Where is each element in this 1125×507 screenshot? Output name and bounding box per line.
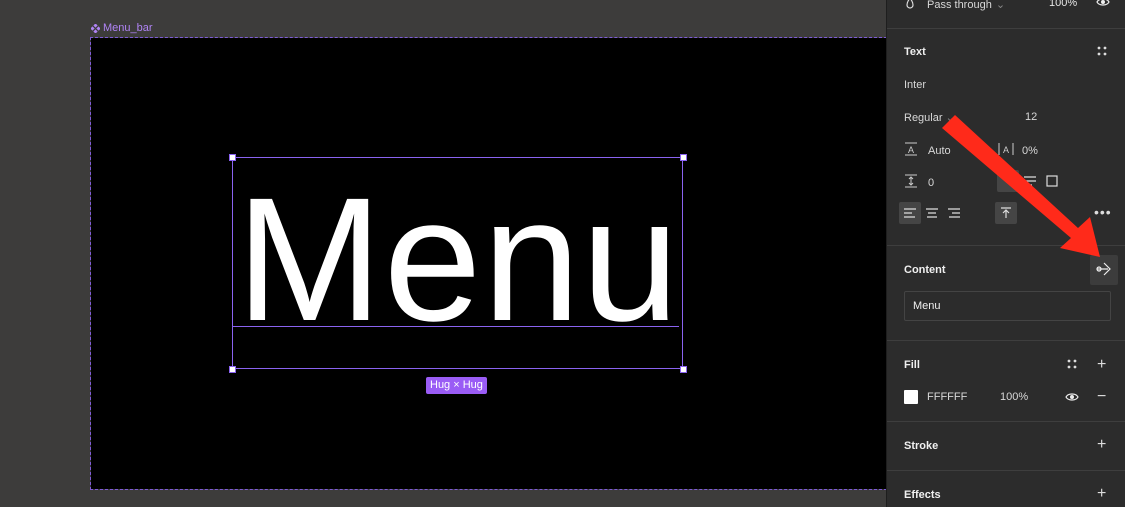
align-right-icon[interactable] bbox=[943, 202, 965, 224]
letter-spacing-icon: A bbox=[998, 142, 1014, 159]
paragraph-spacing-field[interactable]: 0 bbox=[904, 174, 934, 191]
align-center-icon[interactable] bbox=[921, 202, 943, 224]
resize-handle-top-right[interactable] bbox=[680, 154, 687, 161]
align-left-icon[interactable] bbox=[899, 202, 921, 224]
fill-section-title: Fill bbox=[904, 359, 920, 371]
svg-text:A: A bbox=[908, 145, 914, 155]
chevron-down-icon: ⌄ bbox=[945, 112, 955, 124]
eye-icon[interactable] bbox=[1065, 392, 1079, 402]
text-styles-icon[interactable] bbox=[1097, 46, 1107, 56]
font-weight-value: Regular bbox=[904, 111, 943, 124]
fill-hex-value[interactable]: FFFFFF bbox=[927, 391, 967, 403]
line-height-field[interactable]: A Auto bbox=[904, 142, 951, 159]
chevron-down-icon[interactable]: ⌄ bbox=[996, 0, 1005, 11]
text-align-vertical[interactable] bbox=[995, 202, 1017, 224]
divider bbox=[887, 28, 1125, 29]
svg-text:A: A bbox=[1003, 145, 1009, 155]
frame-label[interactable]: Menu_bar bbox=[91, 22, 153, 34]
design-canvas[interactable]: Menu_bar Menu Hug × Hug bbox=[0, 0, 886, 507]
blend-mode-icon bbox=[905, 0, 915, 12]
fill-color-swatch[interactable] bbox=[904, 390, 918, 404]
paragraph-spacing-value: 0 bbox=[928, 176, 935, 189]
blend-mode-value[interactable]: Pass through bbox=[927, 0, 992, 11]
content-text-input[interactable]: Menu bbox=[904, 291, 1111, 321]
fixed-size-icon[interactable] bbox=[1041, 170, 1063, 192]
letter-spacing-field[interactable]: A 0% bbox=[998, 142, 1038, 159]
fill-opacity-value[interactable]: 100% bbox=[1000, 391, 1028, 403]
component-icon bbox=[91, 23, 100, 33]
add-stroke-icon[interactable]: + bbox=[1097, 436, 1106, 454]
effects-section-title: Effects bbox=[904, 489, 941, 501]
divider bbox=[887, 421, 1125, 422]
divider bbox=[887, 340, 1125, 341]
text-baseline bbox=[232, 326, 679, 327]
align-top-icon[interactable] bbox=[995, 202, 1017, 224]
content-section-title: Content bbox=[904, 264, 946, 276]
properties-panel: Pass through ⌄ 100% Text Inter Regular ⌄… bbox=[886, 0, 1125, 507]
fill-row[interactable]: FFFFFF bbox=[904, 390, 967, 404]
font-size-input[interactable]: 12 bbox=[1025, 111, 1037, 123]
apply-variable-button[interactable] bbox=[1090, 255, 1118, 285]
font-weight-select[interactable]: Regular ⌄ bbox=[904, 111, 955, 125]
stroke-section-title: Stroke bbox=[904, 440, 939, 452]
text-align-horizontal[interactable] bbox=[899, 202, 965, 224]
letter-spacing-value: 0% bbox=[1022, 144, 1038, 157]
add-fill-icon[interactable]: + bbox=[1097, 356, 1106, 374]
text-resize-toggle[interactable] bbox=[997, 170, 1063, 192]
layer-opacity[interactable]: 100% bbox=[1049, 0, 1077, 9]
add-effect-icon[interactable]: + bbox=[1097, 485, 1106, 503]
fill-styles-icon[interactable] bbox=[1067, 359, 1077, 369]
paragraph-spacing-icon bbox=[904, 174, 918, 191]
divider bbox=[887, 245, 1125, 246]
resize-handle-bottom-right[interactable] bbox=[680, 366, 687, 373]
more-options-icon[interactable]: ••• bbox=[1094, 204, 1112, 220]
resize-handle-bottom-left[interactable] bbox=[229, 366, 236, 373]
auto-width-icon[interactable] bbox=[997, 170, 1019, 192]
remove-fill-icon[interactable]: − bbox=[1097, 388, 1106, 406]
selection-box[interactable] bbox=[232, 157, 683, 369]
font-family-select[interactable]: Inter bbox=[904, 79, 926, 91]
auto-height-icon[interactable] bbox=[1019, 170, 1041, 192]
variable-link-icon bbox=[1096, 262, 1112, 279]
line-height-icon: A bbox=[904, 142, 918, 159]
line-height-value: Auto bbox=[928, 144, 951, 157]
frame-label-text: Menu_bar bbox=[103, 22, 153, 34]
resize-handle-top-left[interactable] bbox=[229, 154, 236, 161]
eye-icon[interactable] bbox=[1096, 0, 1110, 7]
text-section-title: Text bbox=[904, 46, 926, 58]
layer-row: Pass through ⌄ bbox=[905, 0, 1005, 12]
size-badge: Hug × Hug bbox=[426, 377, 487, 394]
divider bbox=[887, 470, 1125, 471]
